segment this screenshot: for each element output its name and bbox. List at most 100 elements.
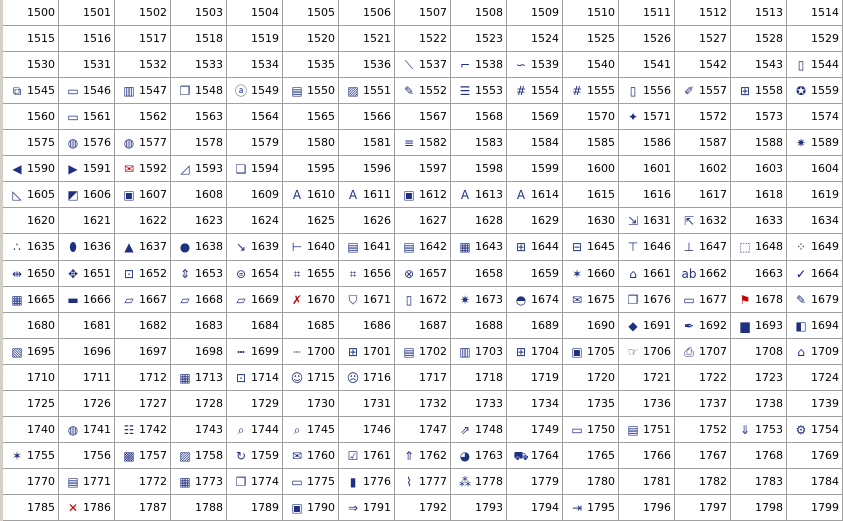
- grid-cell: ◿ 1593: [171, 156, 227, 182]
- grid-cell: 1573: [731, 104, 787, 130]
- cell-number: 1503: [195, 5, 223, 19]
- save-disk-icon: ▦: [11, 292, 23, 307]
- cell-number: 1523: [475, 31, 503, 45]
- grid-cell: 1658: [451, 261, 507, 287]
- folder-open-arrow-icon: ⇒: [347, 500, 359, 515]
- cell-number: 1653: [195, 266, 223, 280]
- grid-cell: ⌐ 1538: [451, 52, 507, 78]
- grid-cell: ⊡ 1652: [115, 261, 171, 287]
- grid-cell: ▬ 1666: [59, 287, 115, 313]
- cell-number: 1750: [587, 422, 615, 436]
- grid-cell: ⊥ 1647: [675, 234, 731, 261]
- cell-number: 1693: [755, 318, 783, 332]
- grid-cell: 1689: [507, 313, 563, 339]
- gear-link-icon: ⚙: [795, 422, 807, 437]
- cell-number: 1654: [251, 266, 279, 280]
- screen-zoom-icon: ⊡: [235, 370, 247, 385]
- cell-number: 1559: [811, 83, 839, 97]
- cell-number: 1511: [643, 5, 671, 19]
- cell-number: 1590: [27, 161, 55, 175]
- grid-cell: ⊞ 1704: [507, 339, 563, 365]
- cell-number: 1728: [195, 396, 223, 410]
- cell-number: 1682: [139, 318, 167, 332]
- cell-number: 1545: [27, 83, 55, 97]
- stack-icon: ⊜: [235, 266, 247, 281]
- cell-number: 1702: [419, 344, 447, 358]
- cell-number: 1668: [195, 292, 223, 306]
- grid-cols-icon: ▥: [459, 344, 471, 359]
- cell-number: 1553: [475, 83, 503, 97]
- cell-number: 1690: [587, 318, 615, 332]
- cell-number: 1711: [83, 370, 111, 384]
- grid-cell: 1624: [227, 208, 283, 234]
- space-equal-icon: ⊟: [571, 240, 583, 254]
- grid-cell: ▣ 1612: [395, 182, 451, 208]
- page-arrow-icon: ⇗: [459, 422, 471, 437]
- grid-cell: 1743: [171, 417, 227, 443]
- door-icon: ⊢: [291, 240, 303, 254]
- grid-cell: 1621: [59, 208, 115, 234]
- cell-number: 1685: [307, 318, 335, 332]
- grid-cell: 1684: [227, 313, 283, 339]
- arrow-bar-icon: ⇥: [571, 500, 583, 515]
- grid-cell: 1520: [283, 26, 339, 52]
- snap-2-icon: ⌗: [349, 266, 357, 281]
- books-icon: ▤: [67, 474, 79, 489]
- grid-cell: 1528: [731, 26, 787, 52]
- cell-number: 1721: [643, 370, 671, 384]
- grid-cell: 1583: [451, 130, 507, 156]
- abc-spark-icon: A: [348, 187, 358, 202]
- cell-number: 1787: [139, 500, 167, 514]
- grid-cell: 1633: [731, 208, 787, 234]
- cell-number: 1782: [699, 474, 727, 488]
- grid-cell: ◕ 1763: [451, 443, 507, 469]
- grid-cell: ⌕ 1745: [283, 417, 339, 443]
- cell-number: 1531: [83, 57, 111, 71]
- grid-cell: ⁂ 1778: [451, 469, 507, 495]
- grid-cell: 1567: [395, 104, 451, 130]
- grid-cell: 1566: [339, 104, 395, 130]
- connector-elbow-icon: ⌐: [459, 57, 471, 72]
- align-middle-icon: ⊥: [683, 240, 695, 254]
- globe-icon: ◍: [67, 135, 79, 150]
- cell-number: 1730: [307, 396, 335, 410]
- cell-number: 1585: [587, 135, 615, 149]
- connector-curved-icon: ∽: [515, 57, 527, 72]
- cell-number: 1542: [699, 57, 727, 71]
- cell-number: 1601: [643, 161, 671, 175]
- cell-number: 1565: [307, 109, 335, 123]
- cell-number: 1686: [363, 318, 391, 332]
- cell-number: 1739: [811, 396, 839, 410]
- grid-cell: ✶ 1755: [3, 443, 59, 469]
- grid-cell: 1710: [3, 365, 59, 391]
- grid-cell: ▨ 1551: [339, 78, 395, 104]
- form-icon: ▣: [123, 187, 135, 202]
- cell-number: 1645: [587, 240, 615, 253]
- grid-cell: 1792: [395, 495, 451, 521]
- cell-number: 1549: [251, 83, 279, 97]
- cell-number: 1577: [139, 135, 167, 149]
- grid-cell: ▭ 1750: [563, 417, 619, 443]
- grid-cell: 1686: [339, 313, 395, 339]
- grid-cell: 1708: [731, 339, 787, 365]
- ruler-icon: ◺: [12, 187, 22, 202]
- grid-cell: ▭ 1546: [59, 78, 115, 104]
- grid-cell: 1659: [507, 261, 563, 287]
- cell-number: 1543: [755, 57, 783, 71]
- cell-number: 1537: [419, 57, 447, 71]
- cell-number: 1714: [251, 370, 279, 384]
- grid-cell: ▥ 1703: [451, 339, 507, 365]
- list-icon: ☰: [459, 83, 471, 98]
- grid-cell: 1500: [3, 0, 59, 26]
- refresh-icon: ↻: [235, 448, 247, 463]
- cell-number: 1784: [811, 474, 839, 488]
- grid-cell: ▱ 1668: [171, 287, 227, 313]
- grid-cell: 1569: [507, 104, 563, 130]
- cell-number: 1775: [307, 474, 335, 488]
- grid-cell: ◩ 1606: [59, 182, 115, 208]
- grid-small-icon: ⊞: [347, 344, 359, 359]
- cell-number: 1640: [307, 240, 335, 253]
- chart-page-icon: ▥: [123, 83, 135, 98]
- grid-cell: ⁘ 1649: [787, 234, 843, 261]
- calculator-icon: ▦: [179, 474, 191, 489]
